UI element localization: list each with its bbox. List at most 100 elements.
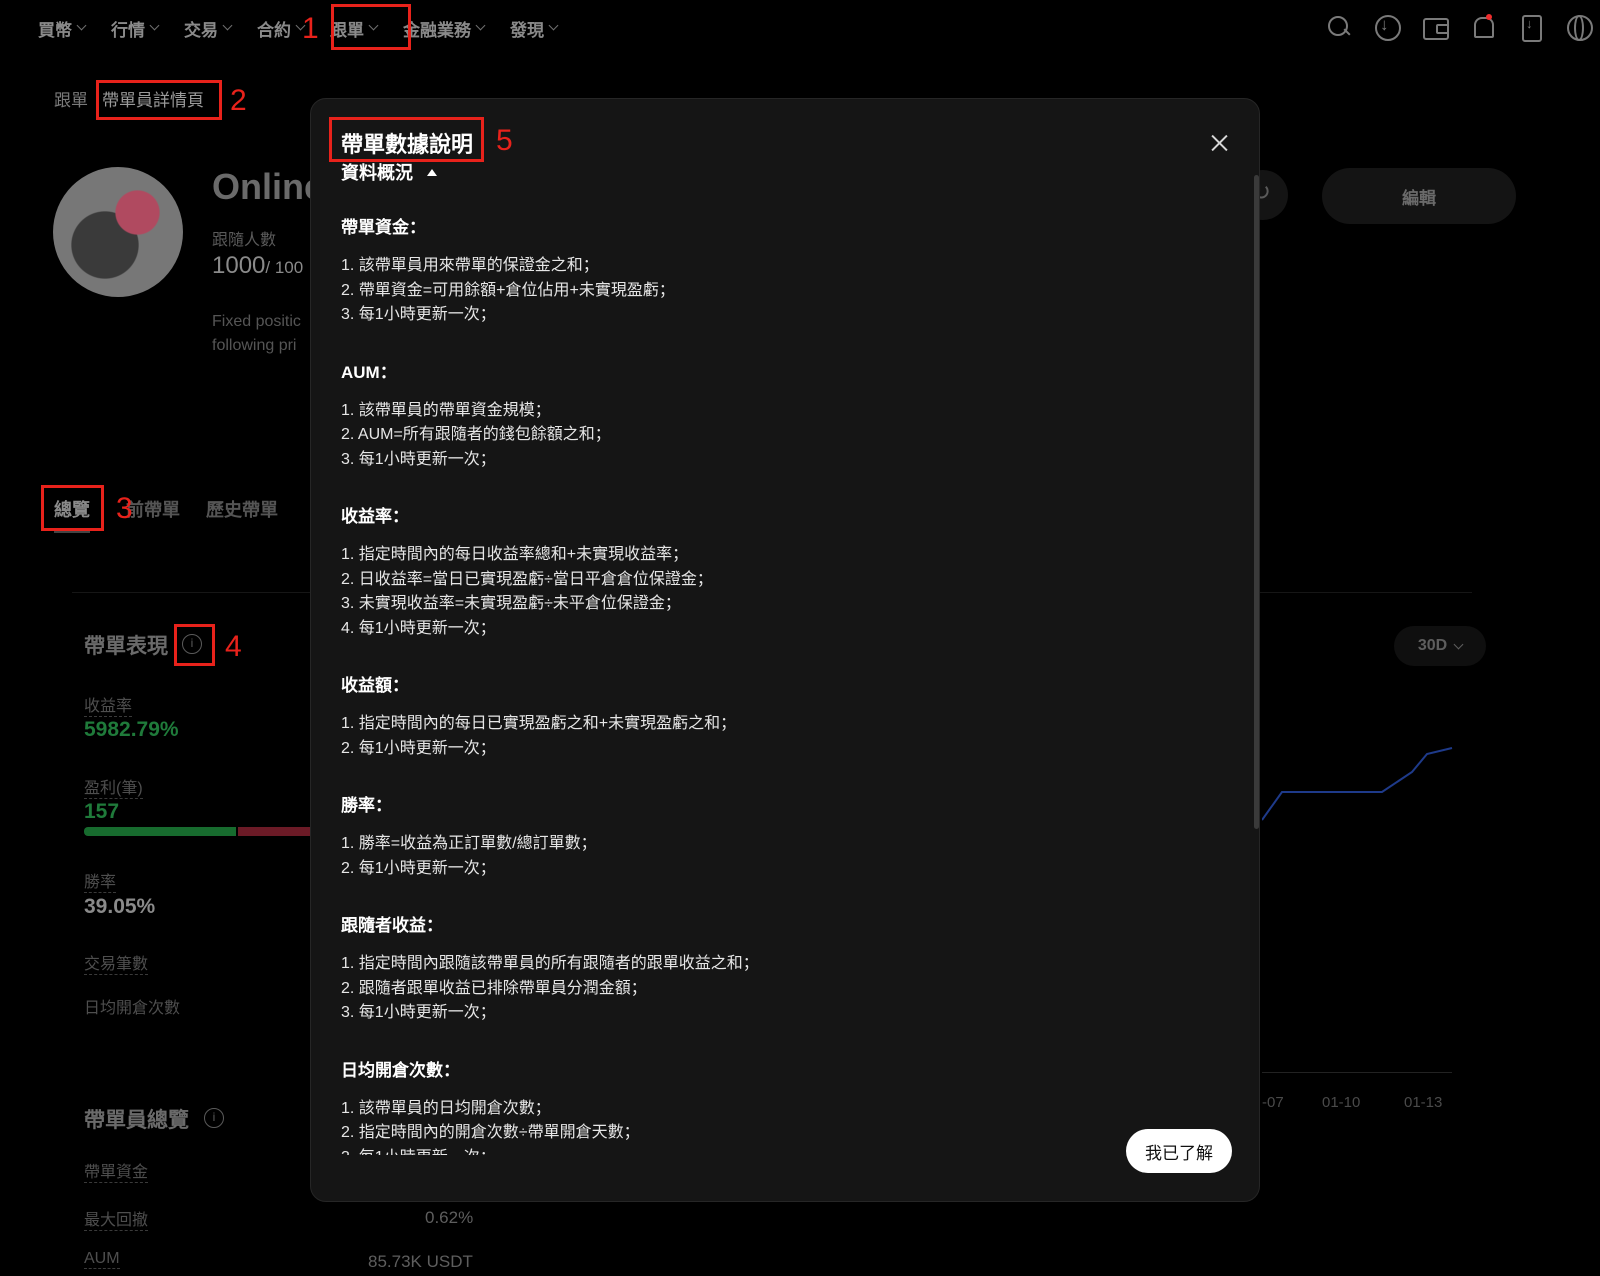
globe-icon[interactable] (1566, 14, 1593, 41)
section-line: 1. 該帶單員用來帶單的保證金之和； (341, 257, 599, 274)
trader-description: Fixed positic following pri (212, 310, 312, 358)
chevron-down-icon (76, 20, 87, 31)
section-line: 1. 指定時間內的每日已實現盈虧之和+未實現盈虧之和； (341, 715, 737, 732)
section-line: 2. 每1小時更新一次； (341, 739, 496, 757)
chevron-down-icon (149, 20, 160, 31)
x-tick-label: 01-10 (1322, 1094, 1361, 1111)
description-line: Fixed positic (212, 313, 301, 330)
range-value: 30D (1417, 637, 1448, 654)
modal-content[interactable]: 資料概況 帶單資金： 1. 該帶單員用來帶單的保證金之和； 2. 帶單資金=可用… (341, 155, 1221, 1155)
profit-bar (84, 827, 236, 836)
annotation-number: 4 (225, 630, 242, 663)
wallet-icon[interactable] (1422, 14, 1449, 40)
daily-opens-label: 日均開倉次數 (84, 1000, 181, 1017)
series-line (1262, 747, 1453, 821)
section-line: 4. 每1小時更新一次； (341, 619, 496, 637)
section-title: AUM： (341, 362, 397, 382)
trades-label[interactable]: 交易筆數 (84, 950, 149, 975)
overview-title: 帶單員總覽 (84, 1109, 189, 1132)
capital-label[interactable]: 帶單資金 (84, 1158, 149, 1183)
annotation-box (331, 4, 411, 50)
nav-label: 合約 (257, 20, 291, 40)
section-line: 1. 該帶單員的帶單資金規模； (341, 401, 551, 419)
section-daily-opens: 日均開倉次數： 1. 該帶單員的日均開倉次數； 2. 指定時間內的開倉次數÷帶單… (341, 1056, 1221, 1156)
chart-x-axis (1262, 1072, 1452, 1073)
section-line: 3. 每1小時更新一次； (341, 1004, 496, 1021)
section-title: 收益額： (341, 676, 409, 695)
followers-value: 1000/ 100 (212, 252, 303, 280)
nav-icon-group (1326, 14, 1600, 42)
range-select[interactable]: 30D (1394, 626, 1486, 666)
drawdown-label[interactable]: 最大回撤 (84, 1206, 149, 1231)
nav-item-buy-crypto[interactable]: 買幣 (38, 16, 87, 41)
section-title: 收益率： (341, 507, 409, 526)
annotation-box (96, 80, 222, 120)
profit-line-chart (1262, 747, 1453, 821)
download-icon[interactable] (1374, 14, 1401, 41)
confirm-button[interactable]: 我已了解 (1126, 1129, 1232, 1173)
profit-label[interactable]: 盈利(筆) (84, 774, 143, 799)
annotation-number: 5 (496, 124, 513, 157)
bell-icon[interactable] (1470, 14, 1496, 40)
section-title: 勝率： (341, 796, 392, 815)
aum-value: 85.73K USDT (368, 1252, 473, 1271)
section-title: 日均開倉次數： (341, 1060, 460, 1080)
performance-title: 帶單表現 (84, 635, 168, 658)
annotation-box (329, 117, 484, 162)
nav-item-finance[interactable]: 金融業務 (403, 16, 486, 41)
x-tick-label: -07 (1262, 1094, 1284, 1111)
annotation-number: 1 (302, 12, 319, 45)
section-aum: AUM： 1. 該帶單員的帶單資金規模； 2. AUM=所有跟隨者的錢包餘額之和… (341, 358, 1221, 473)
breadcrumb-root[interactable]: 跟單 (54, 86, 88, 111)
yield-label[interactable]: 收益率 (84, 692, 133, 717)
yield-value: 5982.79% (84, 718, 179, 741)
search-icon[interactable] (1326, 14, 1352, 40)
nav-label: 金融業務 (403, 20, 471, 40)
followers-count: 1000 (212, 252, 266, 279)
trader-name: Online (212, 166, 325, 207)
section-line: 1. 勝率=收益為正訂單數/總訂單數； (341, 835, 597, 852)
description-line: following pri (212, 337, 297, 354)
section-line: 2. 帶單資金=可用餘額+倉位佔用+未實現盈虧； (341, 281, 675, 299)
tab-current-orders[interactable]: 前帶單 (126, 496, 180, 533)
section-line: 1. 指定時間內跟隨該帶單員的所有跟隨者的跟單收益之和； (341, 955, 759, 972)
nav-item-markets[interactable]: 行情 (111, 16, 160, 41)
chevron-down-icon (222, 20, 233, 31)
aum-label[interactable]: AUM (84, 1250, 120, 1269)
edit-button[interactable]: 編輯 (1322, 168, 1516, 224)
section-yield: 收益率： 1. 指定時間內的每日收益率總和+未實現收益率； 2. 日收益率=當日… (341, 502, 1221, 641)
nav-label: 行情 (111, 20, 145, 40)
followers-label: 跟隨人數 (212, 232, 277, 249)
caret-up-icon (427, 168, 437, 176)
top-nav: 買幣 行情 交易 合約 跟單 金融業務 發現 (0, 0, 1600, 56)
loss-bar (238, 827, 310, 836)
section-line: 2. 指定時間內的開倉次數÷帶單開倉天數； (341, 1124, 640, 1141)
section-line: 1. 該帶單員的日均開倉次數； (341, 1099, 551, 1117)
annotation-number: 2 (230, 84, 247, 117)
section-line: 1. 指定時間內的每日收益率總和+未實現收益率； (341, 546, 689, 563)
section-capital: 帶單資金： 1. 該帶單員用來帶單的保證金之和； 2. 帶單資金=可用餘額+倉位… (341, 213, 1221, 328)
section-line: 3. 每1小時更新一次； (341, 1146, 1221, 1156)
nav-label: 買幣 (38, 20, 72, 40)
section-line: 2. 跟隨者跟單收益已排除帶單員分潤金額； (341, 979, 647, 997)
nav-item-futures[interactable]: 合約 (257, 16, 306, 41)
tab-history-orders[interactable]: 歷史帶單 (206, 496, 278, 533)
nav-item-trade[interactable]: 交易 (184, 16, 233, 41)
nav-item-discover[interactable]: 發現 (510, 16, 559, 41)
winrate-label[interactable]: 勝率 (84, 868, 117, 893)
app-download-icon[interactable] (1518, 14, 1544, 42)
section-follower-profit: 跟隨者收益： 1. 指定時間內跟隨該帶單員的所有跟隨者的跟單收益之和； 2. 跟… (341, 911, 1221, 1026)
overview-toggle-label: 資料概況 (341, 163, 413, 183)
annotation-number: 3 (116, 492, 133, 525)
nav-label: 交易 (184, 20, 218, 40)
overview-toggle[interactable]: 資料概況 (341, 159, 1221, 185)
close-icon[interactable] (1205, 129, 1233, 157)
modal-scrollbar[interactable] (1254, 175, 1259, 829)
section-title: 跟隨者收益： (341, 916, 443, 935)
section-profit: 收益額： 1. 指定時間內的每日已實現盈虧之和+未實現盈虧之和； 2. 每1小時… (341, 671, 1221, 761)
section-line: 2. 日收益率=當日已實現盈虧÷當日平倉倉位保證金； (341, 570, 713, 588)
section-winrate: 勝率： 1. 勝率=收益為正訂單數/總訂單數； 2. 每1小時更新一次； (341, 791, 1221, 881)
info-icon[interactable]: i (204, 1108, 224, 1128)
section-line: 3. 每1小時更新一次； (341, 306, 496, 323)
followers-limit: / 100 (265, 258, 304, 277)
